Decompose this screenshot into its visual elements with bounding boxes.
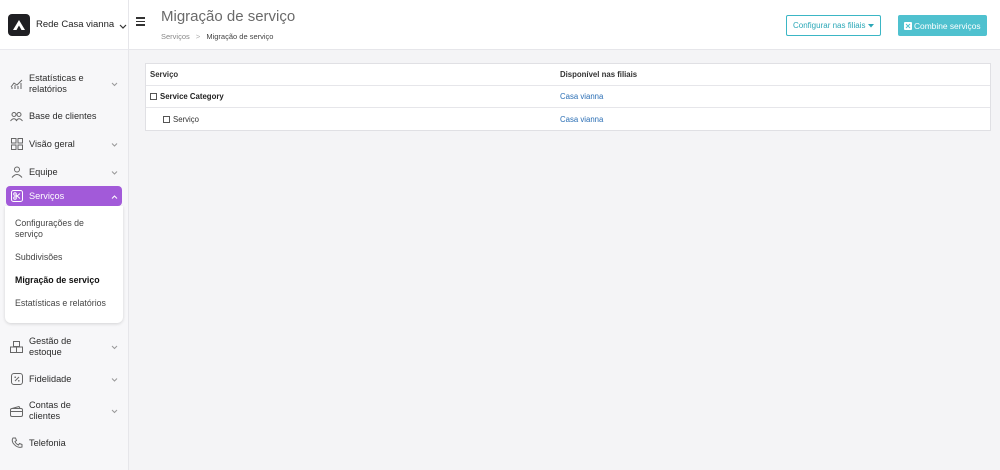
page-title: Migração de serviço (161, 8, 296, 25)
grid-icon (10, 138, 23, 151)
chevron-down-icon (111, 342, 118, 353)
scissors-icon (10, 190, 23, 203)
branch-link[interactable]: Casa vianna (556, 115, 990, 124)
hamburger-menu-icon[interactable] (136, 17, 145, 26)
column-header-service: Serviço (150, 70, 179, 79)
chevron-down-icon (111, 406, 118, 417)
breadcrumb-link-servicos[interactable]: Serviços (161, 32, 190, 41)
sidebar-item-label: Gestão de estoque (29, 336, 72, 357)
page-header: Migração de serviço Serviços > Migração … (129, 0, 1000, 50)
configure-branches-button[interactable]: Configurar nas filiais (786, 15, 882, 36)
service-name: Serviço (173, 114, 199, 124)
category-cell: Service Category (146, 92, 556, 101)
chevron-up-icon (111, 191, 118, 201)
configure-branches-label: Configurar nas filiais (793, 21, 866, 30)
branch-link[interactable]: Casa vianna (556, 92, 990, 101)
table-header-row: Serviço Disponível nas filiais (146, 64, 990, 86)
merge-icon (904, 21, 912, 30)
breadcrumb: Serviços > Migração de serviço (161, 32, 273, 41)
combine-services-label: Combine serviços (914, 20, 981, 31)
submenu-item-estatisticas[interactable]: Estatísticas e relatórios (5, 294, 123, 317)
table-row: Serviço Casa vianna (146, 108, 990, 130)
boxes-icon (10, 341, 23, 354)
sidebar: Rede Casa vianna Estatísticas e relatóri… (0, 0, 129, 470)
sidebar-item-estoque[interactable]: Gestão de estoque (0, 329, 128, 365)
user-icon (10, 166, 23, 179)
chart-icon (10, 78, 23, 91)
submenu-servicos: Configurações de serviço Subdivisões Mig… (5, 206, 123, 323)
brand-switcher[interactable]: Rede Casa vianna (0, 0, 128, 50)
sidebar-item-label: Fidelidade (29, 374, 72, 384)
sidebar-item-servicos[interactable]: Serviços (6, 186, 122, 206)
sidebar-item-visao-geral[interactable]: Visão geral (0, 130, 128, 158)
table-row: Service Category Casa vianna (146, 86, 990, 108)
percent-icon (10, 373, 23, 386)
chevron-down-icon (111, 167, 118, 177)
category-checkbox[interactable] (150, 93, 157, 100)
sidebar-item-clientes[interactable]: Base de clientes (0, 102, 128, 130)
sidebar-item-contas[interactable]: Contas de clientes (0, 393, 128, 429)
combine-services-button[interactable]: Combine serviços (898, 15, 987, 36)
sidebar-item-label: Estatísticas e relatórios (29, 73, 84, 94)
submenu-item-configuracoes[interactable]: Configurações de serviço (5, 212, 123, 248)
sidebar-item-estatisticas[interactable]: Estatísticas e relatórios (0, 66, 128, 102)
chevron-down-icon (111, 374, 118, 384)
service-checkbox[interactable] (163, 115, 170, 123)
phone-icon (10, 437, 23, 450)
sidebar-item-fidelidade[interactable]: Fidelidade (0, 365, 128, 393)
chevron-down-icon (119, 16, 127, 34)
sidebar-item-label: Visão geral (29, 139, 75, 149)
sidebar-item-telefonia[interactable]: Telefonia (0, 429, 128, 457)
sidebar-item-label: Serviços (29, 191, 65, 201)
service-cell: Serviço (146, 115, 556, 124)
brand-name: Rede Casa vianna (36, 19, 115, 30)
caret-down-icon (868, 23, 875, 27)
sidebar-item-label: Equipe (29, 167, 58, 177)
sidebar-nav: Estatísticas e relatórios Base de client… (0, 50, 128, 457)
sidebar-item-label: Contas de clientes (29, 400, 71, 421)
column-header-branches: Disponível nas filiais (560, 70, 638, 79)
services-table: Serviço Disponível nas filiais Service C… (145, 63, 991, 131)
logo-icon (8, 13, 30, 36)
breadcrumb-current: Migração de serviço (206, 32, 274, 41)
breadcrumb-separator: > (195, 32, 201, 41)
sidebar-item-label: Telefonia (29, 438, 66, 448)
submenu-item-subdivisoes[interactable]: Subdivisões (5, 248, 123, 271)
sidebar-item-label: Base de clientes (29, 111, 97, 121)
chevron-down-icon (111, 79, 118, 90)
wallet-icon (10, 405, 23, 418)
category-name: Service Category (160, 92, 224, 101)
sidebar-item-equipe[interactable]: Equipe (0, 158, 128, 186)
chevron-down-icon (111, 139, 118, 149)
users-icon (10, 110, 23, 123)
submenu-item-migracao[interactable]: Migração de serviço (5, 271, 123, 294)
